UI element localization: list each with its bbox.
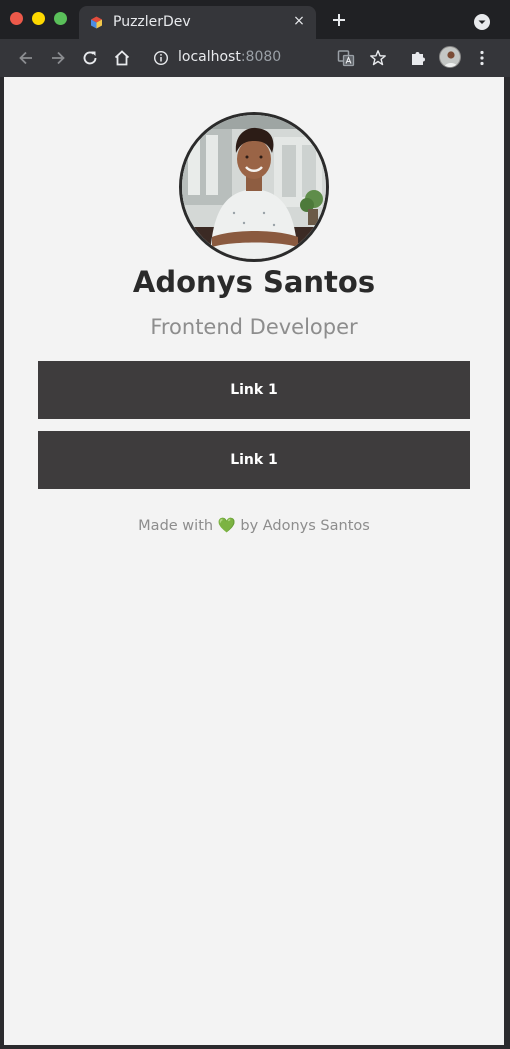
minimize-window-button[interactable] [32,12,45,25]
profile-role: Frontend Developer [150,315,358,339]
url-port: :8080 [240,49,282,65]
maximize-window-button[interactable] [54,12,67,25]
site-info-icon[interactable] [153,50,169,66]
footer-credit: Made with 💚 by Adonys Santos [4,517,504,534]
footer-suffix: by Adonys Santos [240,518,370,534]
browser-menu-kebab-icon[interactable] [472,48,492,68]
translate-icon[interactable] [336,48,356,68]
url-host: localhost [178,49,241,65]
browser-tab-strip: PuzzlerDev × [0,0,510,39]
new-tab-plus-icon[interactable] [330,11,348,29]
link-button-2[interactable]: Link 1 [38,431,470,489]
tab-search-dropdown-icon[interactable] [474,14,490,30]
close-window-button[interactable] [10,12,23,25]
green-heart-icon: 💚 [217,518,236,534]
profile-name: Adonys Santos [132,265,376,299]
profile-photo [179,112,329,262]
link-button-1[interactable]: Link 1 [38,361,470,419]
page-viewport: Adonys Santos Frontend Developer Link 1 … [4,77,504,1045]
forward-arrow-icon[interactable] [48,48,68,68]
cube-favicon-icon [91,16,102,29]
close-tab-icon[interactable]: × [291,13,307,29]
extensions-puzzle-icon[interactable] [408,48,428,68]
home-icon[interactable] [112,48,132,68]
profile-photo-image [182,115,326,259]
tab-title: PuzzlerDev [113,14,191,30]
back-arrow-icon[interactable] [16,48,36,68]
browser-toolbar: localhost:8080 [0,39,510,77]
url-text: localhost:8080 [178,49,281,65]
reload-icon[interactable] [80,48,100,68]
footer-prefix: Made with [138,518,214,534]
bookmark-star-icon[interactable] [368,48,388,68]
browser-tab[interactable]: PuzzlerDev × [79,6,316,39]
profile-avatar-icon[interactable] [439,46,461,68]
address-bar[interactable]: localhost:8080 [144,43,396,73]
